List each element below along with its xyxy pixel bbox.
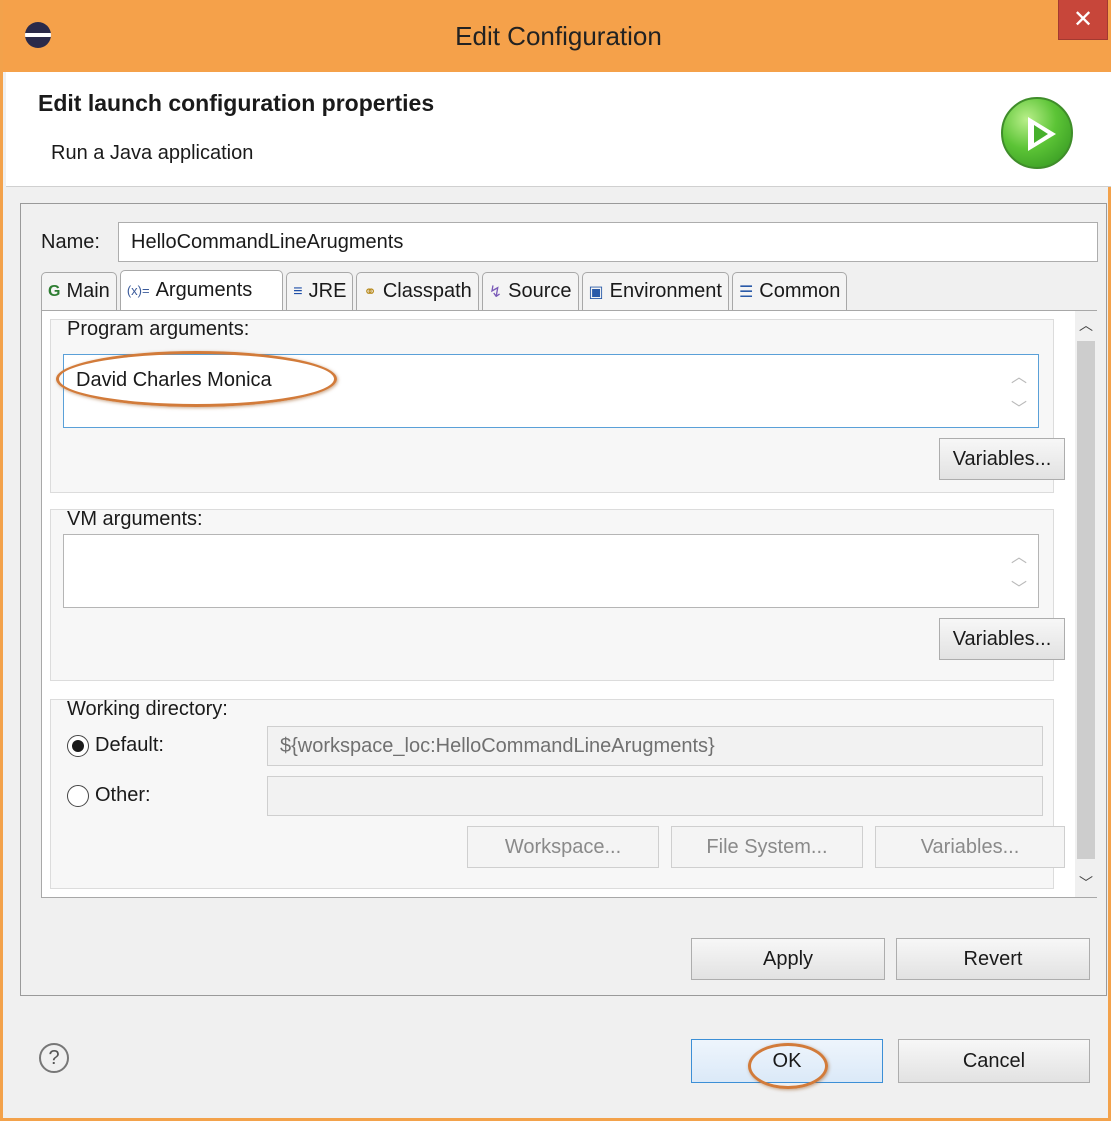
close-button[interactable]: ✕	[1058, 0, 1108, 40]
vertical-scrollbar[interactable]: ︿ ﹀	[1075, 311, 1097, 897]
tab-bar: G Main (x)= Arguments ≡ JRE ⚭ Classpath …	[41, 270, 850, 310]
arguments-icon: (x)=	[126, 283, 150, 298]
help-icon[interactable]: ?	[39, 1043, 69, 1073]
cancel-button[interactable]: Cancel	[898, 1039, 1090, 1083]
working-directory-variables-button[interactable]: Variables...	[875, 826, 1065, 868]
configuration-panel: Name: G Main (x)= Arguments ≡ JRE ⚭ Clas…	[20, 203, 1107, 996]
ok-button[interactable]: OK	[691, 1039, 883, 1083]
vm-arguments-variables-button[interactable]: Variables...	[939, 618, 1065, 660]
tab-arguments[interactable]: (x)= Arguments	[119, 270, 284, 310]
scroll-up-icon: ︿	[1010, 369, 1027, 386]
default-radio-label: Default:	[95, 734, 164, 756]
scroll-down-icon[interactable]: ﹀	[1075, 869, 1097, 897]
file-system-button[interactable]: File System...	[671, 826, 863, 868]
tab-label: Common	[759, 280, 841, 302]
tab-label: Source	[508, 280, 572, 302]
default-radio-option[interactable]: Default:	[67, 734, 164, 757]
jre-icon: ≡	[293, 282, 303, 300]
environment-icon: ▣	[588, 283, 604, 301]
eclipse-icon	[25, 22, 51, 48]
source-icon: ↯	[488, 283, 503, 301]
tab-environment[interactable]: ▣ Environment	[581, 272, 729, 310]
run-icon	[1001, 97, 1073, 169]
tab-jre[interactable]: ≡ JRE	[286, 272, 354, 310]
apply-button[interactable]: Apply	[691, 938, 885, 980]
other-radio-option[interactable]: Other:	[67, 784, 151, 807]
main-icon: G	[48, 282, 61, 300]
tab-label: Classpath	[382, 280, 472, 302]
title-bar: Edit Configuration ✕	[3, 0, 1111, 72]
classpath-icon: ⚭	[363, 283, 377, 301]
scroll-down-icon: ﹀	[1010, 401, 1027, 418]
revert-button[interactable]: Revert	[896, 938, 1090, 980]
vm-arguments-scroll[interactable]: ︿ ﹀	[1010, 543, 1028, 599]
tab-source[interactable]: ↯ Source	[481, 272, 579, 310]
edit-configuration-dialog: Edit Configuration ✕ Edit launch configu…	[0, 0, 1111, 1121]
other-radio[interactable]	[67, 784, 89, 807]
program-arguments-value: David Charles Monica	[76, 369, 272, 391]
default-directory-field: ${workspace_loc:HelloCommandLineArugment…	[267, 726, 1043, 766]
other-radio-label: Other:	[95, 784, 151, 806]
program-arguments-input[interactable]: David Charles Monica ︿ ﹀	[63, 354, 1039, 428]
tab-classpath[interactable]: ⚭ Classpath	[356, 272, 479, 310]
program-arguments-scroll[interactable]: ︿ ﹀	[1010, 363, 1028, 419]
scroll-up-icon: ︿	[1010, 549, 1027, 566]
program-arguments-variables-button[interactable]: Variables...	[939, 438, 1065, 480]
scrollbar-thumb[interactable]	[1077, 341, 1095, 859]
name-label: Name:	[41, 231, 100, 253]
vm-arguments-group: VM arguments: ︿ ﹀ Variables...	[50, 508, 1065, 681]
header-subtitle: Run a Java application	[51, 142, 254, 164]
workspace-button[interactable]: Workspace...	[467, 826, 659, 868]
other-directory-field[interactable]	[267, 776, 1043, 816]
scroll-down-icon: ﹀	[1010, 581, 1027, 598]
name-input[interactable]	[118, 222, 1098, 262]
working-directory-group: Working directory: Default: ${workspace_…	[50, 698, 1065, 889]
header-title: Edit launch configuration properties	[38, 90, 435, 116]
tab-main[interactable]: G Main	[41, 272, 117, 310]
working-directory-label: Working directory:	[67, 698, 228, 720]
program-arguments-group: Program arguments: David Charles Monica …	[50, 318, 1065, 493]
dialog-header: Edit launch configuration properties Run…	[6, 72, 1111, 187]
arguments-tab-content: Program arguments: David Charles Monica …	[41, 310, 1097, 898]
tab-common[interactable]: ☰ Common	[731, 272, 848, 310]
scroll-up-icon[interactable]: ︿	[1075, 311, 1097, 339]
vm-arguments-input[interactable]: ︿ ﹀	[63, 534, 1039, 608]
tab-label: JRE	[308, 280, 347, 302]
tab-label: Environment	[609, 280, 722, 302]
tab-label: Arguments	[155, 279, 253, 301]
tab-label: Main	[66, 280, 110, 302]
common-icon: ☰	[738, 283, 754, 301]
default-radio[interactable]	[67, 734, 89, 757]
window-title: Edit Configuration	[455, 20, 662, 51]
vm-arguments-label: VM arguments:	[67, 508, 203, 530]
program-arguments-label: Program arguments:	[67, 318, 250, 340]
